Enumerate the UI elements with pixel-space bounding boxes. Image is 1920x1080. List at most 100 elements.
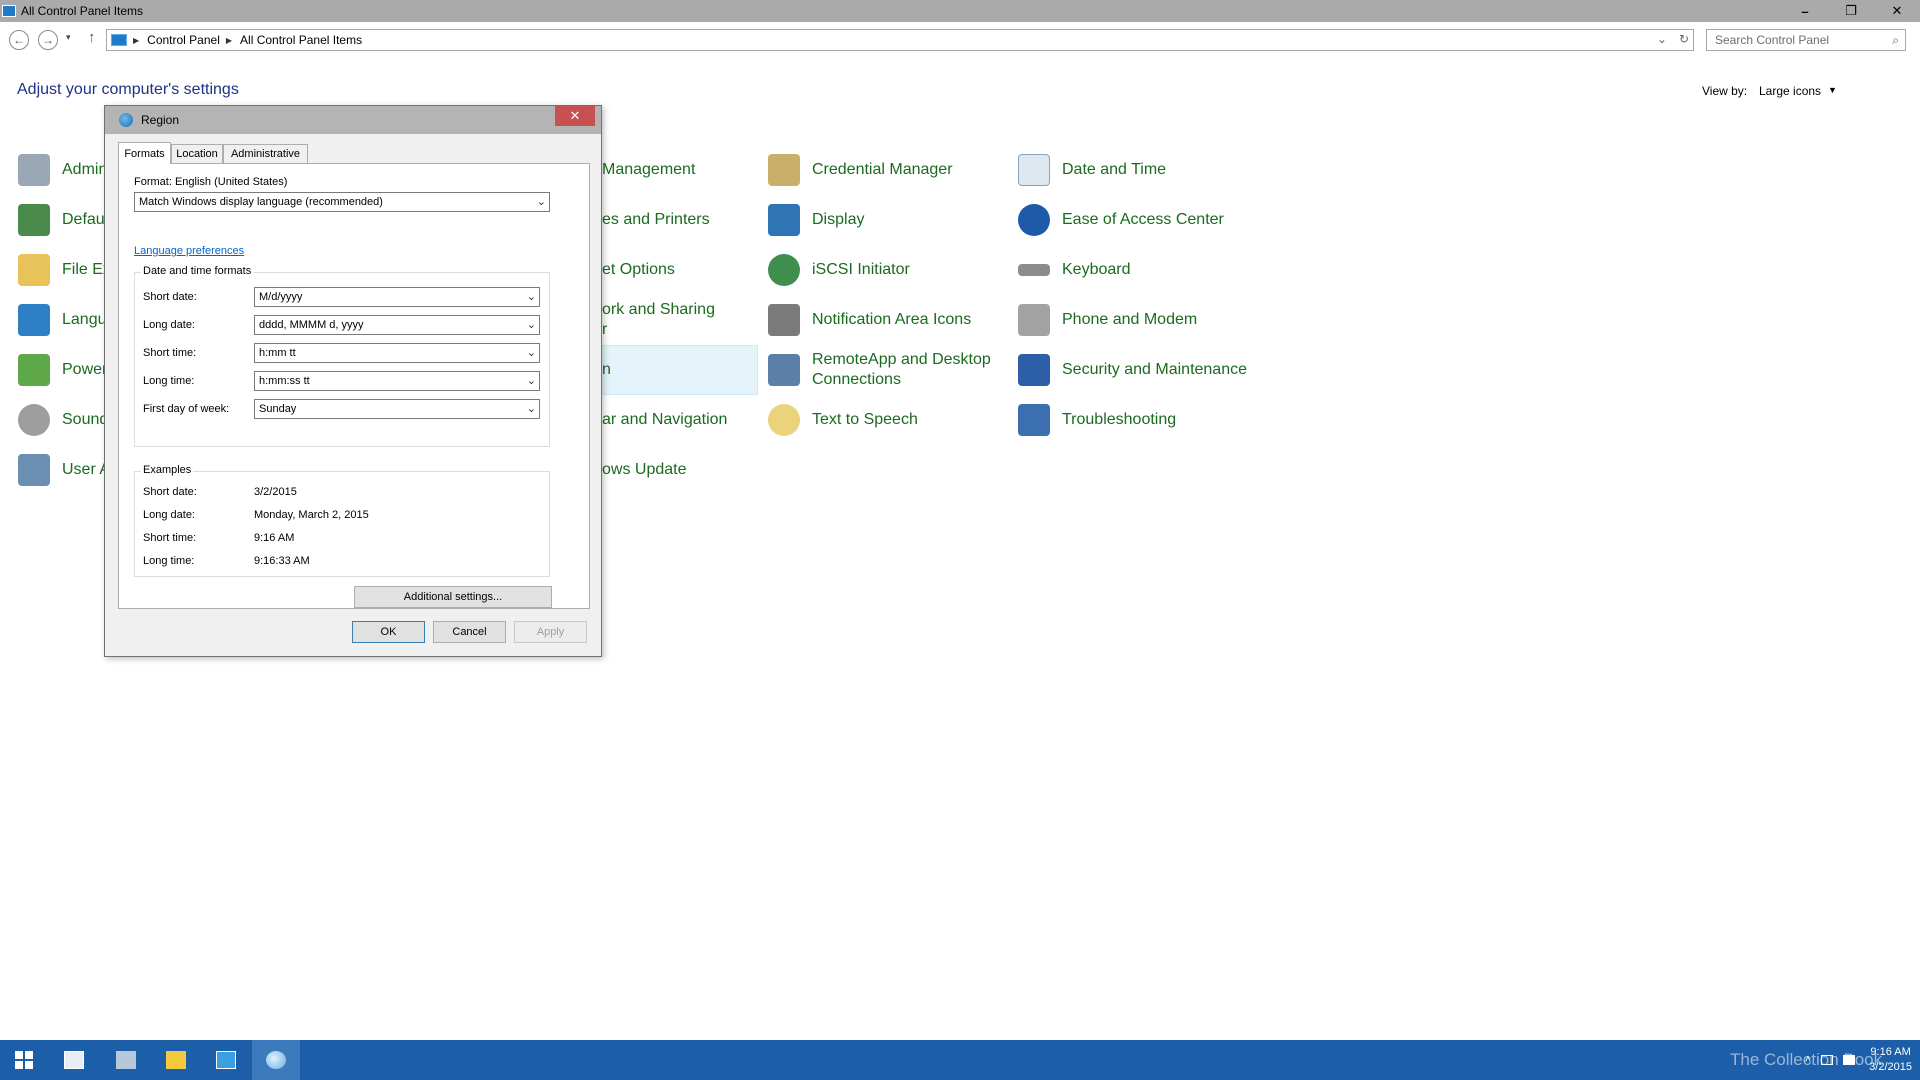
accessibility-icon — [1018, 204, 1050, 236]
long-time-label: Long time: — [143, 375, 195, 387]
short-time-label: Short time: — [143, 347, 197, 359]
recent-locations-button[interactable]: ▾ — [66, 32, 71, 43]
long-date-label: Long date: — [143, 319, 195, 331]
back-button[interactable]: ← — [9, 30, 29, 50]
breadcrumb-all-items[interactable]: All Control Panel Items — [240, 33, 362, 47]
taskbar-server-manager[interactable] — [102, 1040, 150, 1080]
chevron-down-icon: ⌄ — [526, 319, 536, 331]
window-title-bar: All Control Panel Items – ❐ ✕ — [0, 0, 1920, 22]
admin-tools-icon — [18, 154, 50, 186]
phone-icon — [1018, 304, 1050, 336]
ok-button[interactable]: OK — [352, 621, 425, 643]
example-long-date-label: Long date: — [143, 509, 195, 521]
group-title: Date and time formats — [141, 265, 254, 277]
region-globe-icon — [119, 113, 133, 127]
dialog-title: Region — [141, 113, 180, 127]
example-long-time-value: 9:16:33 AM — [254, 555, 310, 567]
troubleshoot-monitor-icon — [1018, 404, 1050, 436]
server-manager-icon — [116, 1051, 136, 1069]
short-time-select[interactable]: h:mm tt ⌄ — [254, 343, 540, 363]
example-short-time-value: 9:16 AM — [254, 532, 295, 544]
window-title: All Control Panel Items — [21, 4, 144, 18]
language-icon — [18, 304, 50, 336]
dialog-close-button[interactable]: ✕ — [555, 106, 595, 126]
keyboard-icon — [1018, 264, 1050, 276]
users-icon — [18, 454, 50, 486]
taskbar: The Collection Book ˄ 9:16 AM 3/2/2015 — [0, 1040, 1920, 1080]
region-globe-icon — [266, 1051, 286, 1069]
taskbar-region[interactable] — [252, 1040, 300, 1080]
system-tray: ˄ 9:16 AM 3/2/2015 — [1795, 1040, 1912, 1080]
search-icon[interactable]: ⌕ — [1892, 33, 1899, 48]
action-center-icon[interactable] — [1843, 1055, 1856, 1065]
control-panel-icon — [111, 34, 127, 46]
chevron-down-icon[interactable]: ▼ — [1828, 85, 1837, 95]
chevron-down-icon: ⌄ — [526, 375, 536, 387]
clock-time: 9:16 AM — [1870, 1046, 1911, 1058]
network-icon[interactable] — [1821, 1055, 1834, 1065]
power-icon — [18, 354, 50, 386]
apply-button[interactable]: Apply — [514, 621, 587, 643]
search-input[interactable]: Search Control Panel ⌕ — [1706, 29, 1906, 51]
example-short-time-label: Short time: — [143, 532, 197, 544]
window-controls: – ❐ ✕ — [1782, 0, 1920, 22]
default-programs-icon — [18, 204, 50, 236]
additional-settings-button[interactable]: Additional settings... — [354, 586, 552, 608]
windows-logo-icon — [15, 1051, 33, 1069]
long-time-select[interactable]: h:mm:ss tt ⌄ — [254, 371, 540, 391]
tab-administrative[interactable]: Administrative — [223, 144, 308, 164]
clock-date: 3/2/2015 — [1869, 1061, 1912, 1073]
taskbar-task-view[interactable] — [50, 1040, 98, 1080]
long-date-select[interactable]: dddd, MMMM d, yyyy ⌄ — [254, 315, 540, 335]
example-long-time-label: Long time: — [143, 555, 195, 567]
chevron-down-icon: ⌄ — [526, 347, 536, 359]
first-day-of-week-select[interactable]: Sunday ⌄ — [254, 399, 540, 419]
short-date-label: Short date: — [143, 291, 197, 303]
tab-formats[interactable]: Formats — [118, 142, 171, 164]
monitor-icon — [768, 204, 800, 236]
search-placeholder: Search Control Panel — [1715, 33, 1830, 47]
example-short-date-value: 3/2/2015 — [254, 486, 297, 498]
chevron-right-icon[interactable]: ▶ — [133, 36, 139, 45]
restore-button[interactable]: ❐ — [1828, 0, 1874, 22]
navigation-bar: ← → ▾ ↑ ▶ Control Panel ▶ All Control Pa… — [0, 26, 1920, 56]
dialog-title-bar[interactable]: Region ✕ — [105, 106, 601, 134]
folder-icon — [166, 1051, 186, 1069]
view-by-dropdown[interactable]: Large icons — [1759, 84, 1821, 98]
view-by-label: View by: — [1702, 84, 1748, 98]
flag-icon — [1018, 354, 1050, 386]
up-button[interactable]: ↑ — [88, 29, 96, 46]
chevron-right-icon[interactable]: ▶ — [226, 36, 232, 45]
control-panel-icon — [2, 5, 16, 17]
short-date-select[interactable]: M/d/yyyy ⌄ — [254, 287, 540, 307]
chevron-down-icon: ⌄ — [526, 403, 536, 415]
example-long-date-value: Monday, March 2, 2015 — [254, 509, 369, 521]
control-panel-icon — [216, 1051, 236, 1069]
folder-options-icon — [18, 254, 50, 286]
forward-button[interactable]: → — [38, 30, 58, 50]
chevron-down-icon: ⌄ — [536, 196, 546, 208]
start-button[interactable] — [0, 1040, 48, 1080]
show-hidden-icons-icon[interactable]: ˄ — [1805, 1054, 1811, 1066]
clock[interactable]: 9:16 AM 3/2/2015 — [1869, 1045, 1912, 1075]
minimize-button[interactable]: – — [1782, 0, 1828, 22]
cancel-button[interactable]: Cancel — [433, 621, 506, 643]
tab-location[interactable]: Location — [171, 144, 223, 164]
address-bar[interactable]: ▶ Control Panel ▶ All Control Panel Item… — [106, 29, 1694, 51]
taskbar-file-explorer[interactable] — [152, 1040, 200, 1080]
date-time-formats-group: Date and time formats Short date: M/d/yy… — [134, 265, 550, 447]
region-dialog: Region ✕ Formats Location Administrative… — [104, 105, 602, 657]
address-dropdown-icon[interactable]: ⌄ — [1657, 32, 1667, 46]
language-preferences-link[interactable]: Language preferences — [134, 245, 244, 257]
close-button[interactable]: ✕ — [1874, 0, 1920, 22]
refresh-icon[interactable]: ↻ — [1679, 32, 1689, 46]
taskbar-control-panel[interactable] — [202, 1040, 250, 1080]
task-view-icon — [64, 1051, 84, 1069]
selected-item-highlight — [585, 345, 758, 395]
formats-tab-panel: Format: English (United States) Match Wi… — [118, 163, 590, 609]
format-select[interactable]: Match Windows display language (recommen… — [134, 192, 550, 212]
group-title: Examples — [141, 464, 194, 476]
first-day-of-week-label: First day of week: — [143, 403, 230, 415]
remote-desktop-icon — [768, 354, 800, 386]
breadcrumb-control-panel[interactable]: Control Panel — [147, 33, 220, 47]
